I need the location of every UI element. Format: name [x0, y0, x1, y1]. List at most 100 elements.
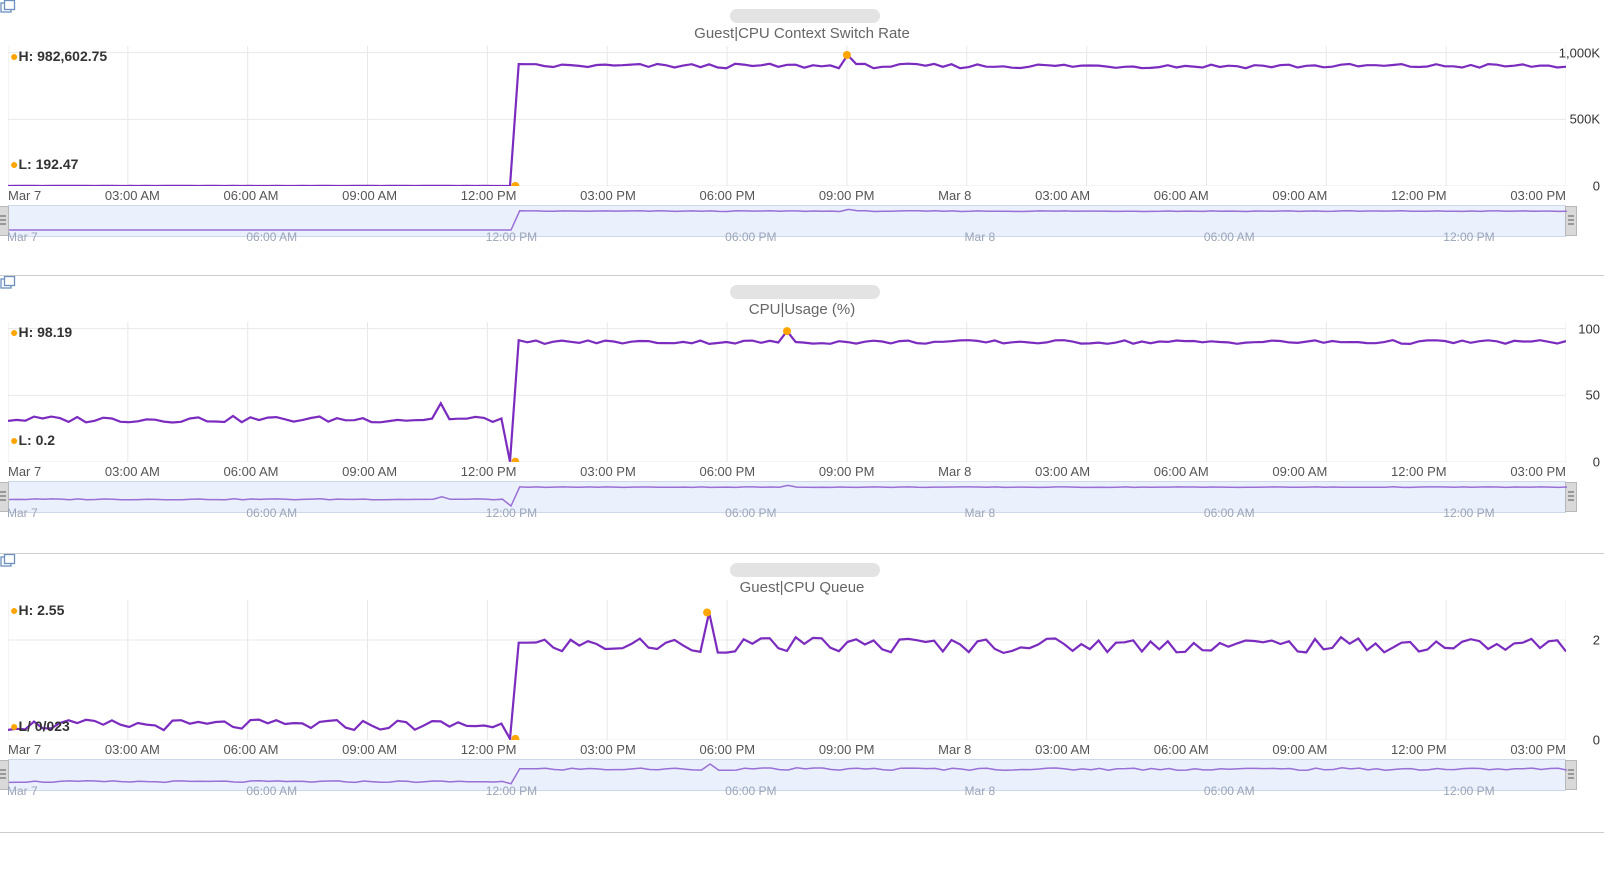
high-label: ●H: 982,602.75: [10, 48, 107, 64]
x-tick-label: 03:00 PM: [580, 742, 636, 757]
scrubber-series-line: [9, 209, 1567, 230]
x-tick-label: 12:00 PM: [1391, 464, 1447, 479]
scrub-tick-label: 06:00 PM: [725, 784, 776, 798]
x-tick-label: 06:00 AM: [224, 742, 279, 757]
time-scrubber[interactable]: Mar 706:00 AM12:00 PM06:00 PMMar 806:00 …: [8, 759, 1566, 791]
host-header: [724, 563, 880, 577]
metric-panel: CPU|Usage (%) ●H: 98.19 ●L: 0.2 100500 M…: [0, 276, 1604, 554]
hostname-redacted: [730, 9, 880, 23]
y-tick-label: 0: [1593, 455, 1600, 470]
scrub-tick-label: Mar 8: [965, 230, 996, 244]
scrub-tick-label: 06:00 PM: [725, 230, 776, 244]
x-tick-label: 03:00 AM: [105, 188, 160, 203]
host-header: [724, 9, 880, 23]
low-marker: [511, 182, 519, 186]
metric-series-line: [8, 331, 1566, 462]
scrub-tick-label: Mar 8: [965, 784, 996, 798]
x-tick-label: 09:00 AM: [1272, 188, 1327, 203]
high-marker: [843, 51, 851, 59]
x-tick-label: 09:00 PM: [819, 742, 875, 757]
x-tick-label: 03:00 AM: [1035, 188, 1090, 203]
chart-area[interactable]: ●H: 98.19 ●L: 0.2 100500: [8, 322, 1566, 462]
x-tick-label: Mar 7: [8, 464, 41, 479]
time-scrubber[interactable]: Mar 706:00 AM12:00 PM06:00 PMMar 806:00 …: [8, 205, 1566, 237]
x-tick-label: 06:00 PM: [699, 464, 755, 479]
scrub-tick-label: 12:00 PM: [1443, 230, 1494, 244]
y-tick-label: 500K: [1570, 112, 1600, 127]
x-axis-ticks: Mar 703:00 AM06:00 AM09:00 AM12:00 PM03:…: [0, 740, 1604, 759]
scrub-tick-label: Mar 7: [7, 506, 38, 520]
x-axis-ticks: Mar 7 03:00 AM 06:00 AM 09:00 AM 12:00 PM 03:…: [0, 462, 1604, 481]
hostname-redacted: [730, 285, 880, 299]
x-tick-label: 12:00 PM: [461, 464, 517, 479]
x-axis-ticks: Mar 7 03:00 AM 06:00 AM 09:00 AM 12:00 PM 03:…: [0, 186, 1604, 205]
y-tick-label: 2: [1593, 633, 1600, 648]
x-tick-label: 03:00 PM: [1510, 464, 1566, 479]
x-tick-label: 09:00 AM: [342, 464, 397, 479]
metric-title: Guest|CPU Queue: [0, 579, 1604, 596]
scrub-tick-label: 12:00 PM: [486, 230, 537, 244]
x-tick-label: 06:00 AM: [1154, 188, 1209, 203]
high-label: ●H: 2.55: [10, 602, 64, 618]
scrub-tick-label: 06:00 AM: [1204, 230, 1255, 244]
x-tick-label: Mar 8: [938, 464, 971, 479]
x-tick-label: 03:00 PM: [1510, 188, 1566, 203]
scrub-tick-label: 12:00 PM: [1443, 784, 1494, 798]
scrub-tick-label: 12:00 PM: [1443, 506, 1494, 520]
y-tick-label: 100: [1578, 321, 1600, 336]
x-tick-label: 12:00 PM: [1391, 188, 1447, 203]
metric-title: Guest|CPU Context Switch Rate: [0, 25, 1604, 42]
low-marker: [511, 458, 519, 462]
metric-series-line: [8, 613, 1566, 739]
y-tick-label: 1,000K: [1559, 45, 1600, 60]
x-tick-label: Mar 7: [8, 188, 41, 203]
host-header: [724, 285, 880, 299]
low-label: ●L/ 0/023: [10, 718, 70, 734]
x-tick-label: 09:00 PM: [819, 464, 875, 479]
y-tick-label: 0: [1593, 733, 1600, 748]
x-tick-label: 03:00 AM: [1035, 464, 1090, 479]
x-tick-label: 03:00 AM: [105, 742, 160, 757]
hostname-redacted: [730, 563, 880, 577]
low-label: ●L: 192.47: [10, 156, 78, 172]
x-tick-label: 12:00 PM: [461, 188, 517, 203]
metric-panel: Guest|CPU Context Switch Rate ●H: 982,60…: [0, 0, 1604, 276]
metric-series-line: [8, 55, 1566, 186]
chart-area[interactable]: ●H: 2.55 ●L/ 0/023 20: [8, 600, 1566, 740]
scrub-tick-label: Mar 7: [7, 784, 38, 798]
high-marker: [783, 327, 791, 335]
x-tick-label: 03:00 PM: [1510, 742, 1566, 757]
x-tick-label: 03:00 AM: [105, 464, 160, 479]
scrubber-series-line: [9, 485, 1567, 506]
high-label: ●H: 98.19: [10, 324, 72, 340]
high-marker: [703, 609, 711, 617]
scrub-tick-label: 06:00 AM: [246, 506, 297, 520]
scrub-tick-label: 06:00 AM: [1204, 784, 1255, 798]
x-tick-label: 09:00 PM: [819, 188, 875, 203]
y-tick-label: 0: [1593, 179, 1600, 194]
x-tick-label: 03:00 AM: [1035, 742, 1090, 757]
x-tick-label: 06:00 AM: [224, 464, 279, 479]
scrub-tick-label: Mar 7: [7, 230, 38, 244]
x-tick-label: 06:00 AM: [224, 188, 279, 203]
x-tick-label: 06:00 PM: [699, 188, 755, 203]
x-tick-label: 12:00 PM: [461, 742, 517, 757]
x-tick-label: 12:00 PM: [1391, 742, 1447, 757]
low-label: ●L: 0.2: [10, 432, 55, 448]
low-marker: [511, 735, 519, 740]
scrub-tick-label: 06:00 AM: [246, 230, 297, 244]
y-tick-label: 50: [1586, 388, 1600, 403]
metric-panel: Guest|CPU Queue ●H: 2.55 ●L/ 0/023 20 Ma…: [0, 554, 1604, 833]
x-tick-label: 06:00 PM: [699, 742, 755, 757]
x-tick-label: Mar 8: [938, 742, 971, 757]
x-tick-label: 09:00 AM: [1272, 742, 1327, 757]
scrub-tick-label: 06:00 PM: [725, 506, 776, 520]
scrub-tick-label: 06:00 AM: [246, 784, 297, 798]
scrub-tick-label: Mar 8: [965, 506, 996, 520]
chart-area[interactable]: ●H: 982,602.75 ●L: 192.47 1,000K500K0: [8, 46, 1566, 186]
x-tick-label: 03:00 PM: [580, 188, 636, 203]
time-scrubber[interactable]: Mar 706:00 AM12:00 PM06:00 PMMar 806:00 …: [8, 481, 1566, 513]
x-tick-label: 06:00 AM: [1154, 742, 1209, 757]
scrub-tick-label: 12:00 PM: [486, 506, 537, 520]
x-tick-label: 09:00 AM: [1272, 464, 1327, 479]
